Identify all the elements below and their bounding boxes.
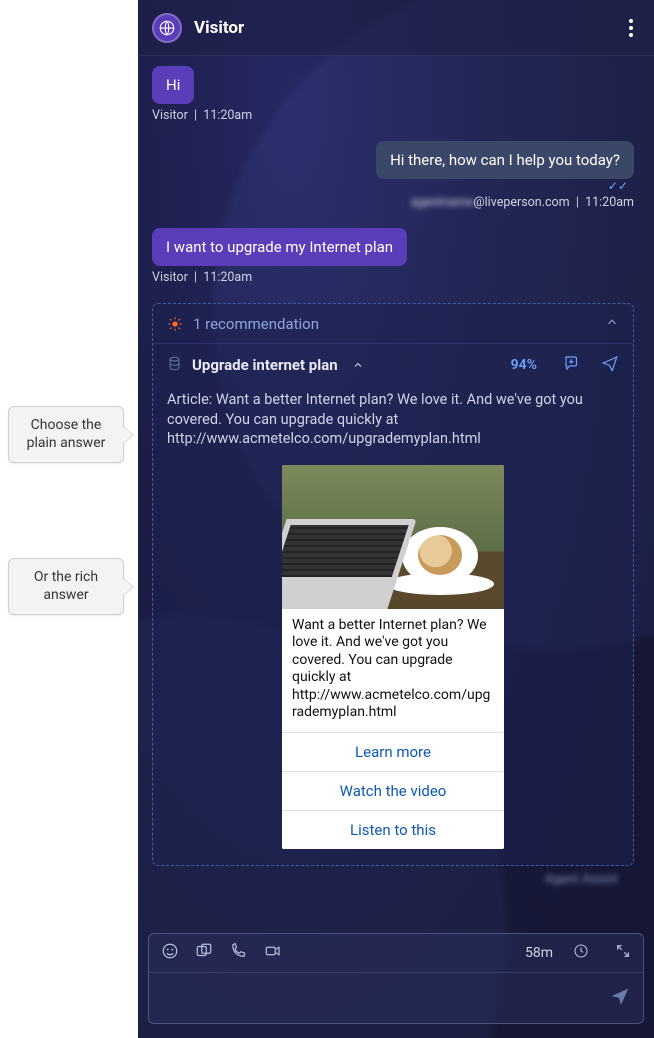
visitor-avatar — [152, 13, 182, 43]
article-plain-text: Article: Want a better Internet plan? We… — [167, 390, 619, 449]
message-visitor: Hi Visitor | 11:20am — [152, 66, 634, 123]
message-composer: 58m — [148, 933, 644, 1024]
chat-header: Visitor — [138, 0, 654, 56]
message-meta: Visitor | 11:20am — [152, 108, 634, 123]
messages-area: Hi Visitor | 11:20am Hi there, how can I… — [138, 56, 654, 923]
meta-sender: Visitor — [152, 108, 188, 123]
clock-icon — [573, 943, 589, 963]
recommendation-icon — [167, 316, 183, 332]
meta-sender: Visitor — [152, 270, 188, 285]
message-meta: agentname@liveperson.com | 11:20am — [152, 195, 634, 210]
item-collapse-button[interactable] — [352, 356, 364, 375]
meta-sender-suffix: @liveperson.com — [473, 195, 569, 210]
callout-rich-answer: Or the rich answer — [8, 558, 124, 615]
header-title: Visitor — [194, 18, 244, 38]
recommendation-header[interactable]: 1 recommendation — [153, 304, 633, 344]
card-button-listen[interactable]: Listen to this — [282, 810, 504, 849]
expand-button[interactable] — [615, 943, 631, 963]
recommendation-item-title: Upgrade internet plan — [192, 356, 338, 374]
messages-scroll[interactable]: Hi Visitor | 11:20am Hi there, how can I… — [152, 66, 640, 915]
rich-answer-card: Want a better Internet plan? We love it.… — [282, 465, 504, 849]
message-meta: Visitor | 11:20am — [152, 270, 634, 285]
read-receipt-icon: ✓✓ — [608, 179, 628, 193]
message-bubble: Hi there, how can I help you today? ✓✓ — [376, 141, 634, 179]
recommendation-panel: 1 recommendation Upgrade internet plan — [152, 303, 634, 866]
recommendation-item: Upgrade internet plan 94% — [153, 344, 633, 865]
message-agent: Hi there, how can I help you today? ✓✓ a… — [152, 141, 634, 210]
message-bubble: Hi — [152, 66, 194, 104]
message-text: Hi there, how can I help you today? — [390, 151, 620, 169]
globe-icon — [158, 19, 176, 37]
recommendation-title: 1 recommendation — [193, 315, 595, 333]
meta-time: 11:20am — [585, 195, 634, 210]
recommendation-item-header: Upgrade internet plan 94% — [167, 354, 619, 376]
agent-assist-label: Agent Assist — [152, 866, 634, 887]
confidence-score: 94% — [511, 357, 537, 373]
elapsed-time: 58m — [525, 945, 553, 961]
use-answer-button[interactable] — [563, 354, 581, 376]
card-button-learn-more[interactable]: Learn more — [282, 732, 504, 771]
meta-sender-blurred: agentname — [411, 195, 474, 210]
more-menu-button[interactable] — [622, 19, 640, 37]
send-answer-button[interactable] — [601, 354, 619, 376]
card-image — [282, 465, 504, 609]
card-button-watch-video[interactable]: Watch the video — [282, 771, 504, 810]
meta-time: 11:20am — [203, 270, 252, 285]
video-button[interactable] — [263, 942, 283, 964]
collapse-button[interactable] — [605, 314, 619, 333]
send-button[interactable] — [609, 985, 631, 1011]
message-visitor: I want to upgrade my Internet plan Visit… — [152, 228, 634, 285]
attachment-button[interactable] — [195, 942, 213, 964]
database-icon — [167, 356, 182, 375]
message-bubble: I want to upgrade my Internet plan — [152, 228, 407, 266]
callout-plain-answer: Choose the plain answer — [8, 406, 124, 463]
composer-toolbar: 58m — [149, 934, 643, 973]
message-input[interactable] — [161, 988, 609, 1008]
meta-time: 11:20am — [203, 108, 252, 123]
chat-panel: Visitor Hi Visitor | 11:20am — [138, 0, 654, 1038]
call-button[interactable] — [229, 942, 247, 964]
card-body-text: Want a better Internet plan? We love it.… — [282, 609, 504, 732]
emoji-button[interactable] — [161, 942, 179, 964]
